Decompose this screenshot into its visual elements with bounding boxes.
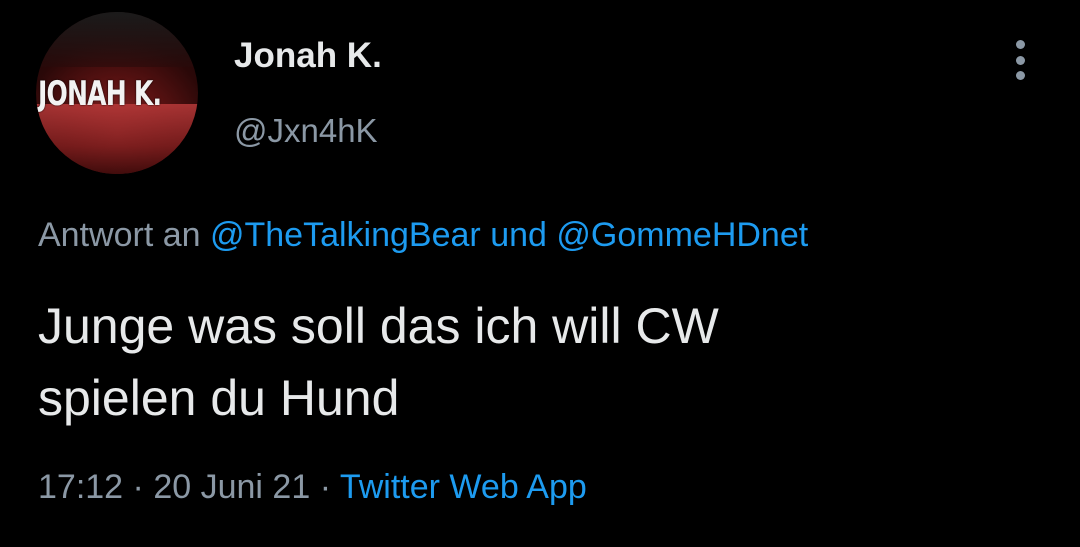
avatar-background-top bbox=[36, 12, 198, 67]
reply-conjunction[interactable]: und bbox=[490, 216, 547, 254]
mention-link[interactable]: @TheTalkingBear bbox=[210, 216, 481, 254]
avatar-logo-text: JONAH K. bbox=[38, 74, 162, 114]
tweet-text: Junge was soll das ich will CW spielen d… bbox=[38, 290, 1038, 434]
meta-separator: · bbox=[132, 468, 144, 506]
avatar-background-floor bbox=[36, 104, 198, 174]
tweet-time[interactable]: 17:12 bbox=[38, 468, 123, 506]
reply-context: Antwort an @TheTalkingBear und @GommeHDn… bbox=[38, 216, 808, 255]
more-options-button[interactable] bbox=[1004, 38, 1036, 82]
tweet-date[interactable]: 20 Juni 21 bbox=[153, 468, 310, 506]
tweet-source-link[interactable]: Twitter Web App bbox=[340, 468, 587, 506]
author-handle[interactable]: @Jxn4hK bbox=[234, 112, 378, 150]
author-display-name[interactable]: Jonah K. bbox=[234, 36, 382, 76]
more-vertical-icon-dot bbox=[1015, 55, 1025, 65]
avatar[interactable]: JONAH K. bbox=[36, 12, 198, 174]
tweet-text-line: Junge was soll das ich will CW bbox=[38, 298, 719, 354]
more-vertical-icon-dot bbox=[1015, 71, 1025, 80]
mention-link[interactable]: @GommeHDnet bbox=[556, 216, 808, 254]
tweet-text-line: spielen du Hund bbox=[38, 370, 400, 426]
more-vertical-icon bbox=[1015, 40, 1025, 49]
meta-separator: · bbox=[319, 468, 332, 506]
tweet-metadata: 17:12 · 20 Juni 21 · Twitter Web App bbox=[38, 468, 587, 507]
reply-prefix: Antwort an bbox=[38, 216, 201, 254]
tweet-detail: JONAH K. Jonah K. @Jxn4hK Antwort an @Th… bbox=[0, 0, 1080, 547]
